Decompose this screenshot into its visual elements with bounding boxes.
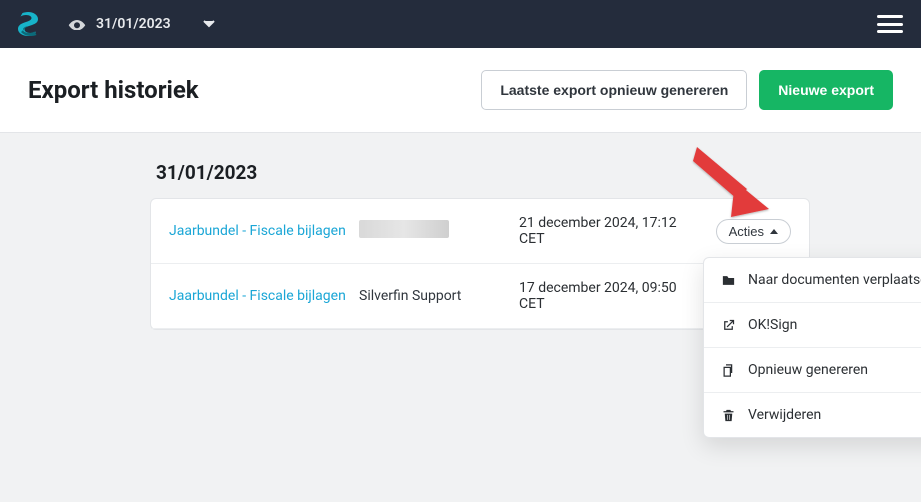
export-date: 17 december 2024, 09:50 CET bbox=[519, 280, 689, 312]
menu-label: Verwijderen bbox=[748, 407, 821, 423]
actions-label: Acties bbox=[729, 224, 764, 239]
export-title-link[interactable]: Jaarbundel - Fiscale bijlagen bbox=[169, 288, 359, 304]
copy-icon bbox=[720, 362, 736, 378]
export-list: Jaarbundel - Fiscale bijlagen 21 decembe… bbox=[150, 198, 810, 330]
caret-up-icon bbox=[770, 229, 778, 234]
menu-item-delete[interactable]: Verwijderen bbox=[704, 393, 921, 437]
group-title: 31/01/2023 bbox=[156, 161, 810, 184]
table-row: Jaarbundel - Fiscale bijlagen 21 decembe… bbox=[151, 199, 809, 264]
period-selector[interactable]: 31/01/2023 bbox=[68, 16, 215, 32]
export-user bbox=[359, 220, 519, 242]
chevron-down-icon bbox=[203, 16, 215, 32]
page-title: Export historiek bbox=[28, 76, 199, 104]
export-date: 21 december 2024, 17:12 CET bbox=[519, 215, 689, 247]
actions-button[interactable]: Acties bbox=[716, 219, 791, 244]
menu-item-regen[interactable]: Opnieuw genereren bbox=[704, 348, 921, 393]
menu-item-move[interactable]: Naar documenten verplaatsen bbox=[704, 258, 921, 303]
menu-label: Opnieuw genereren bbox=[748, 362, 868, 378]
app-logo[interactable] bbox=[18, 12, 38, 36]
export-user: Silverfin Support bbox=[359, 288, 519, 304]
menu-icon[interactable] bbox=[877, 15, 903, 33]
regenerate-last-button[interactable]: Laatste export opnieuw genereren bbox=[481, 70, 747, 110]
menu-label: Naar documenten verplaatsen bbox=[748, 272, 921, 288]
new-export-button[interactable]: Nieuwe export bbox=[759, 70, 893, 110]
trash-icon bbox=[720, 407, 736, 423]
menu-item-oksign[interactable]: OK!Sign bbox=[704, 303, 921, 348]
menu-label: OK!Sign bbox=[748, 317, 797, 333]
actions-menu: Naar documenten verplaatsen OK!Sign Opni… bbox=[703, 257, 921, 438]
folder-icon bbox=[720, 272, 736, 288]
period-date: 31/01/2023 bbox=[96, 16, 171, 32]
visibility-icon bbox=[68, 18, 86, 30]
external-link-icon bbox=[720, 317, 736, 333]
export-title-link[interactable]: Jaarbundel - Fiscale bijlagen bbox=[169, 223, 359, 239]
